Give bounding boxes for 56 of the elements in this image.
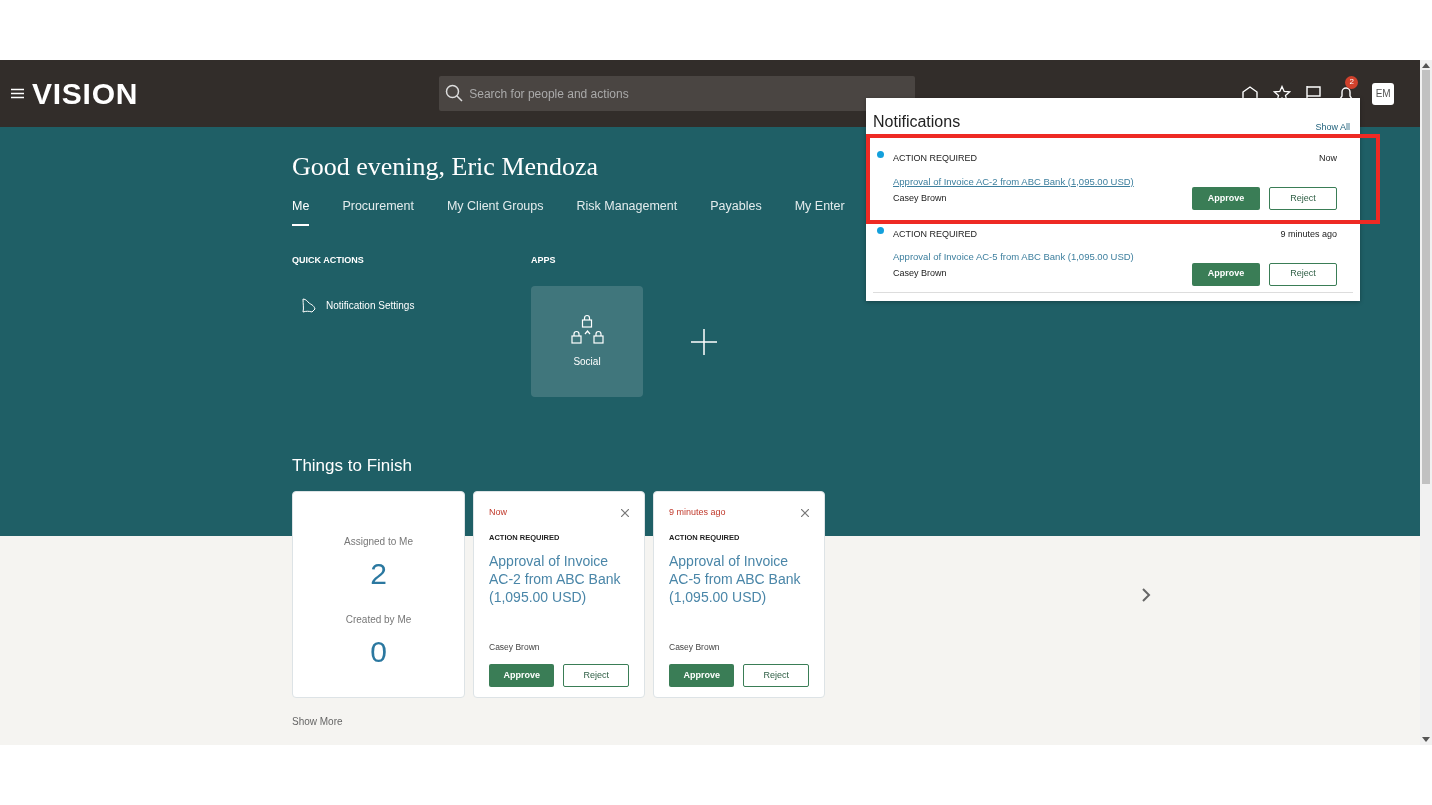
greeting-heading: Good evening, Eric Mendoza: [292, 151, 599, 183]
tab[interactable]: My Client Groups: [446, 197, 544, 226]
search-field[interactable]: Search for people and actions: [439, 76, 916, 111]
tab[interactable]: Procurement: [342, 197, 414, 226]
scroll-up-icon[interactable]: [1422, 62, 1430, 68]
panel-title: Notifications: [873, 112, 961, 132]
quick-action-link[interactable]: Notification Settings: [326, 298, 415, 314]
close-icon[interactable]: [801, 508, 809, 517]
scrollbar-thumb[interactable]: [1422, 70, 1430, 484]
card-title-link[interactable]: Approval of Invoice AC-2 from ABC Bank (1,095.00 USD): [489, 551, 629, 606]
tab[interactable]: My Enter: [794, 197, 845, 226]
search-icon: [445, 84, 464, 102]
card-time: Now: [489, 505, 507, 519]
notification-status: ACTION REQUIRED: [893, 152, 977, 165]
tab[interactable]: Me: [292, 197, 310, 226]
section-heading: QUICK ACTIONS: [292, 253, 365, 267]
summary-label: Assigned to Me: [344, 534, 413, 549]
close-icon[interactable]: [621, 508, 629, 517]
notification-badge: 2: [1345, 75, 1359, 89]
notification-status: ACTION REQUIRED: [893, 227, 977, 241]
notification-link[interactable]: Approval of Invoice AC-2 from ABC Bank (1,095.00 USD): [893, 174, 1134, 189]
reject-button[interactable]: Reject: [1269, 186, 1337, 210]
add-icon[interactable]: [691, 328, 717, 355]
reject-button[interactable]: Reject: [1269, 262, 1337, 286]
reject-button[interactable]: Reject: [743, 663, 809, 687]
section-heading: Things to Finish: [292, 455, 413, 478]
notification-sender: Casey Brown: [893, 267, 947, 281]
card-title-link[interactable]: Approval of Invoice AC-5 from ABC Bank (1,095.00 USD): [669, 551, 809, 606]
summary-count[interactable]: 2: [370, 555, 387, 592]
notification-time: Now: [1319, 152, 1337, 165]
section-heading: APPS: [531, 253, 557, 267]
approve-button[interactable]: Approve: [1192, 186, 1260, 210]
show-all-link[interactable]: Show All: [1315, 120, 1350, 134]
tab[interactable]: Risk Management: [576, 197, 678, 226]
app-tile[interactable]: Social: [531, 286, 643, 398]
card-time: 9 minutes ago: [669, 505, 726, 519]
tab[interactable]: Payables: [710, 197, 762, 226]
scroll-down-icon[interactable]: [1422, 737, 1430, 743]
summary-count[interactable]: 0: [370, 633, 387, 670]
notification-link[interactable]: Approval of Invoice AC-5 from ABC Bank (1,095.00 USD): [893, 250, 1134, 265]
logo[interactable]: VISION: [32, 78, 139, 109]
approve-button[interactable]: Approve: [669, 663, 735, 687]
scrollbar[interactable]: [1420, 60, 1432, 745]
network-icon: [570, 314, 604, 345]
card-sender: Casey Brown: [669, 641, 721, 654]
menu-icon[interactable]: [11, 88, 24, 99]
reject-button[interactable]: Reject: [563, 663, 629, 687]
notification-time: 9 minutes ago: [1280, 227, 1337, 241]
chevron-right-icon[interactable]: [1141, 587, 1151, 602]
notification-sender: Casey Brown: [893, 191, 947, 205]
summary-label: Created by Me: [345, 612, 412, 627]
approve-button[interactable]: Approve: [489, 663, 555, 687]
card-sender: Casey Brown: [489, 641, 541, 654]
show-more-link[interactable]: Show More: [292, 713, 1292, 729]
user-avatar[interactable]: EM: [1372, 82, 1395, 105]
approve-button[interactable]: Approve: [1192, 262, 1260, 286]
